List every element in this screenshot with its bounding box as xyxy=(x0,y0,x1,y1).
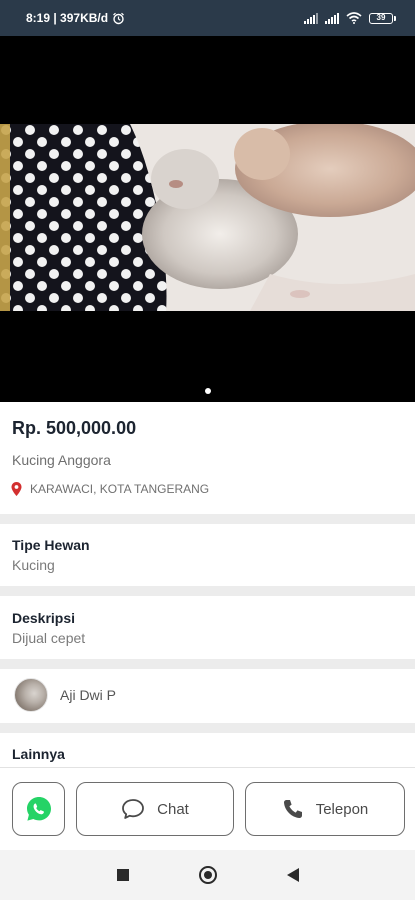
type-heading: Tipe Hewan xyxy=(12,537,90,553)
battery-icon: 39 xyxy=(369,12,396,24)
divider xyxy=(0,723,415,733)
cat-photo-illustration xyxy=(0,124,415,311)
home-icon[interactable] xyxy=(198,866,217,884)
chat-button[interactable]: Chat xyxy=(76,782,234,836)
seller-avatar[interactable] xyxy=(14,678,48,712)
alarm-icon xyxy=(113,12,124,24)
listing-photo[interactable] xyxy=(0,124,415,311)
divider xyxy=(0,514,415,524)
divider xyxy=(0,586,415,596)
listing-title: Kucing Anggora xyxy=(12,452,111,468)
status-bar: 8:19 | 397KB/d 39 xyxy=(0,0,415,36)
phone-icon xyxy=(283,800,302,818)
recents-icon[interactable] xyxy=(116,869,129,881)
listing-location: KARAWACI, KOTA TANGERANG xyxy=(11,482,209,496)
back-icon[interactable] xyxy=(286,868,299,882)
system-nav-bar xyxy=(0,850,415,900)
status-left: 8:19 | 397KB/d xyxy=(26,11,125,25)
chat-label: Chat xyxy=(157,800,189,818)
status-time: 8:19 | 397KB/d xyxy=(26,11,109,25)
whatsapp-button[interactable] xyxy=(12,782,65,836)
status-right: 39 xyxy=(304,12,396,24)
carousel-indicator-dot xyxy=(205,388,211,394)
chat-bubble-icon xyxy=(122,799,145,819)
wifi-icon xyxy=(346,12,362,24)
seller-row[interactable]: Aji Dwi P xyxy=(14,678,116,712)
signal-icon xyxy=(325,12,339,24)
others-heading: Lainnya xyxy=(12,746,65,762)
image-carousel[interactable] xyxy=(0,36,415,402)
phone-button[interactable]: Telepon xyxy=(245,782,405,836)
seller-name[interactable]: Aji Dwi P xyxy=(60,687,116,703)
whatsapp-icon xyxy=(26,797,51,821)
location-pin-icon xyxy=(11,482,22,496)
listing-price: Rp. 500,000.00 xyxy=(12,418,137,438)
description-heading: Deskripsi xyxy=(12,610,76,626)
type-value: Kucing xyxy=(12,557,55,573)
phone-label: Telepon xyxy=(315,800,369,818)
divider xyxy=(0,659,415,669)
location-text: KARAWACI, KOTA TANGERANG xyxy=(30,482,210,496)
description-value: Dijual cepet xyxy=(12,630,86,646)
action-bar: Chat Telepon xyxy=(0,767,415,849)
signal-icon xyxy=(304,12,318,24)
